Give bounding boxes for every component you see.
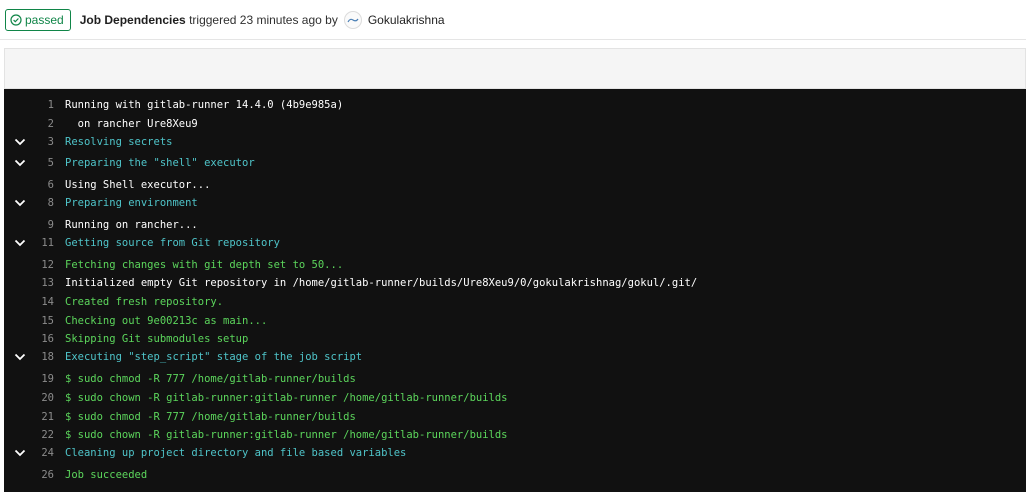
log-line: 12 Fetching changes with git depth set to… [4, 257, 1026, 273]
chevron-down-icon[interactable] [14, 137, 26, 147]
line-number[interactable]: 18 [34, 351, 54, 363]
log-line: 1 Running with gitlab-runner 14.4.0 (4b9e… [4, 97, 1026, 113]
log-text: Skipping Git submodules setup [65, 333, 249, 345]
log-text: Executing "step_script" stage of the job… [65, 351, 363, 363]
avatar-image-icon [347, 18, 359, 22]
line-number[interactable]: 16 [34, 333, 54, 345]
log-text: Created fresh repository. [65, 296, 224, 308]
log-line: 22 $ sudo chown -R gitlab-runner:gitlab-r… [4, 427, 1026, 443]
line-number[interactable]: 19 [34, 373, 54, 385]
log-section-header[interactable]: 18 Executing "step_script" stage of the j… [4, 349, 1026, 365]
line-number[interactable]: 21 [34, 411, 54, 423]
chevron-down-icon[interactable] [14, 198, 26, 208]
line-number[interactable]: 20 [34, 392, 54, 404]
log-line: 9 Running on rancher... [4, 217, 1026, 233]
log-text: on rancher Ure8Xeu9 [65, 118, 198, 130]
log-text: Initialized empty Git repository in /hom… [65, 277, 698, 289]
status-badge[interactable]: passed [5, 8, 71, 31]
log-text: Job succeeded [65, 469, 148, 481]
log-line: 19 $ sudo chmod -R 777 /home/gitlab-runne… [4, 371, 1026, 387]
log-line: 20 $ sudo chown -R gitlab-runner:gitlab-r… [4, 390, 1026, 406]
log-line: 6 Using Shell executor... [4, 177, 1026, 193]
log-line: 13 Initialized empty Git repository in /h… [4, 275, 1026, 291]
line-number[interactable]: 26 [34, 469, 54, 481]
log-text: Cleaning up project directory and file b… [65, 447, 407, 459]
log-text: Running with gitlab-runner 14.4.0 (4b9e9… [65, 99, 344, 111]
chevron-down-icon[interactable] [14, 158, 26, 168]
line-number[interactable]: 11 [34, 237, 54, 249]
job-header: passed Job Dependencies triggered 23 min… [0, 0, 1026, 40]
log-section-header[interactable]: 11 Getting source from Git repository [4, 235, 1026, 251]
chevron-down-icon[interactable] [14, 238, 26, 248]
line-number[interactable]: 1 [34, 99, 54, 111]
log-text: Preparing environment [65, 197, 198, 209]
status-label: passed [25, 12, 64, 27]
log-text: Using Shell executor... [65, 179, 211, 191]
log-text: Preparing the "shell" executor [65, 157, 255, 169]
trigger-text: triggered 23 minutes ago by [189, 12, 338, 27]
log-line: 26 Job succeeded [4, 467, 1026, 483]
log-section-header[interactable]: 5 Preparing the "shell" executor [4, 155, 1026, 171]
line-number[interactable]: 9 [34, 219, 54, 231]
chevron-down-icon[interactable] [14, 448, 26, 458]
log-line: 14 Created fresh repository. [4, 294, 1026, 310]
log-text: Resolving secrets [65, 136, 173, 148]
log-text: $ sudo chown -R gitlab-runner:gitlab-run… [65, 392, 508, 404]
log-line: 2 on rancher Ure8Xeu9 [4, 116, 1026, 132]
line-number[interactable]: 14 [34, 296, 54, 308]
log-line: 21 $ sudo chmod -R 777 /home/gitlab-runne… [4, 409, 1026, 425]
line-number[interactable]: 5 [34, 157, 54, 169]
log-text: Getting source from Git repository [65, 237, 280, 249]
line-number[interactable]: 15 [34, 315, 54, 327]
job-summary: Job Dependencies triggered 23 minutes ag… [80, 13, 338, 27]
line-number[interactable]: 8 [34, 197, 54, 209]
line-number[interactable]: 3 [34, 136, 54, 148]
avatar[interactable] [343, 10, 362, 29]
line-number[interactable]: 12 [34, 259, 54, 271]
log-text: Running on rancher... [65, 219, 198, 231]
log-text: $ sudo chmod -R 777 /home/gitlab-runner/… [65, 411, 356, 423]
log-text: Fetching changes with git depth set to 5… [65, 259, 344, 271]
line-number[interactable]: 2 [34, 118, 54, 130]
log-text: $ sudo chmod -R 777 /home/gitlab-runner/… [65, 373, 356, 385]
log-text: Checking out 9e00213c as main... [65, 315, 268, 327]
log-section-header[interactable]: 8 Preparing environment [4, 195, 1026, 211]
line-number[interactable]: 6 [34, 179, 54, 191]
job-log: 1 Running with gitlab-runner 14.4.0 (4b9e… [4, 89, 1026, 492]
username-link[interactable]: Gokulakrishna [368, 13, 445, 27]
log-section-header[interactable]: 24 Cleaning up project directory and file… [4, 445, 1026, 461]
log-line: 16 Skipping Git submodules setup [4, 331, 1026, 347]
log-section-header[interactable]: 3 Resolving secrets [4, 134, 1026, 150]
log-line: 15 Checking out 9e00213c as main... [4, 313, 1026, 329]
log-toolbar [4, 48, 1026, 89]
line-number[interactable]: 22 [34, 429, 54, 441]
line-number[interactable]: 13 [34, 277, 54, 289]
job-name: Job Dependencies [79, 12, 186, 27]
line-number[interactable]: 24 [34, 447, 54, 459]
chevron-down-icon[interactable] [14, 352, 26, 362]
log-text: $ sudo chown -R gitlab-runner:gitlab-run… [65, 429, 508, 441]
check-circle-icon [10, 13, 22, 26]
